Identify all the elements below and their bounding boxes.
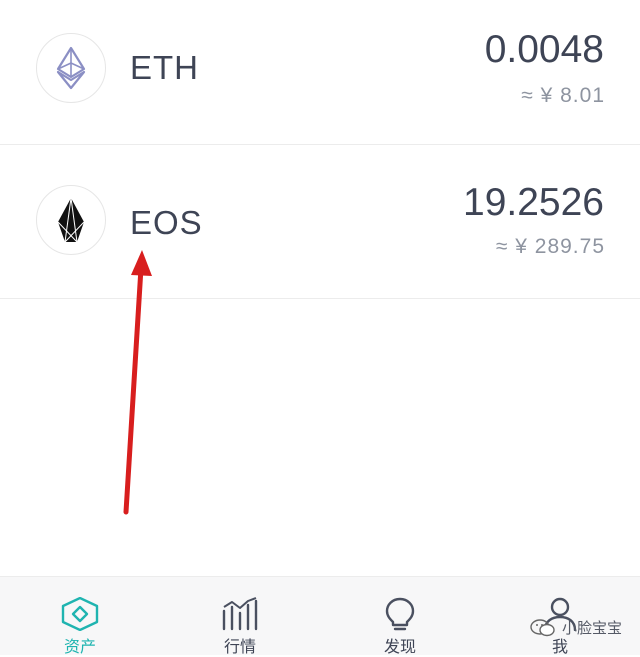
asset-amount: 19.2526 <box>463 181 604 224</box>
watermark-text: 小脸宝宝 <box>561 620 622 637</box>
tab-label: 行情 <box>223 639 256 656</box>
asset-symbol: EOS <box>130 204 203 241</box>
watermark: 小脸宝宝 <box>530 617 622 638</box>
eos-icon <box>36 185 106 255</box>
asset-list: ETH 0.0048 ≈ ¥ 8.01 EOS 19.2526 ≈ ¥ 289.… <box>0 0 640 299</box>
bottom-tab-bar: 资产 行情 发现 我 <box>0 576 640 656</box>
tab-market[interactable]: 行情 <box>160 577 320 656</box>
asset-cny-value: ≈ ¥ 289.75 <box>495 235 605 258</box>
asset-row-eth[interactable]: ETH 0.0048 ≈ ¥ 8.01 <box>0 0 640 145</box>
ethereum-icon <box>36 33 106 103</box>
tab-assets[interactable]: 资产 <box>0 577 160 656</box>
asset-amount: 0.0048 <box>484 28 604 71</box>
tab-profile[interactable]: 我 <box>480 577 640 656</box>
wechat-icon <box>530 618 555 636</box>
tab-label: 资产 <box>63 639 96 656</box>
discover-bulb-icon <box>381 597 419 631</box>
asset-symbol: ETH <box>130 49 199 86</box>
tab-label: 发现 <box>383 639 416 656</box>
market-chart-icon <box>221 597 259 631</box>
asset-row-eos[interactable]: EOS 19.2526 ≈ ¥ 289.75 <box>0 145 640 299</box>
asset-cny-value: ≈ ¥ 8.01 <box>521 84 605 107</box>
tab-discover[interactable]: 发现 <box>320 577 480 656</box>
assets-diamond-icon <box>61 597 99 631</box>
